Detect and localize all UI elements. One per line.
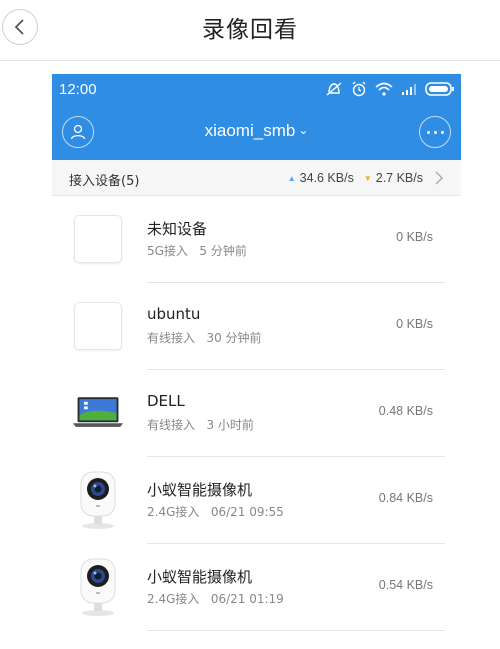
battery-icon xyxy=(425,82,454,96)
divider xyxy=(147,630,445,631)
device-name: 未知设备 xyxy=(147,220,208,238)
more-dot-icon xyxy=(433,130,437,134)
device-speed: 0.48 KB/s xyxy=(378,404,433,418)
signal-icon xyxy=(402,84,416,95)
more-button[interactable] xyxy=(419,116,451,148)
device-name: 小蚁智能摄像机 xyxy=(147,568,253,586)
device-name: ubuntu xyxy=(147,305,201,323)
camera-icon xyxy=(80,471,116,529)
page-header: 录像回看 xyxy=(0,0,500,61)
device-speed: 0.54 KB/s xyxy=(378,578,433,592)
more-dot-icon xyxy=(426,130,430,134)
alarm-icon xyxy=(352,81,366,97)
device-speed: 0 KB/s xyxy=(396,317,433,331)
device-thumbnail xyxy=(72,471,124,529)
device-speed: 0.84 KB/s xyxy=(378,491,433,505)
chevron-right-icon xyxy=(435,171,443,185)
device-thumbnail xyxy=(72,300,124,352)
device-meta: 2.4G接入 06/21 09:55 xyxy=(147,505,284,519)
connected-devices-summary[interactable]: 接入设备(5) ▲ 34.6 KB/s ▼ 2.7 KB/s xyxy=(52,160,461,196)
download-arrow-icon: ▼ xyxy=(363,173,372,183)
mute-icon xyxy=(326,82,342,96)
camera-icon xyxy=(80,558,116,616)
download-speed: 2.7 KB/s xyxy=(375,171,423,185)
device-meta: 有线接入 30 分钟前 xyxy=(147,331,262,345)
status-time: 12:00 xyxy=(59,81,97,98)
upload-arrow-icon: ▲ xyxy=(287,173,296,183)
device-row[interactable]: DELL 有线接入 3 小时前 0.48 KB/s xyxy=(52,370,461,457)
device-name: DELL xyxy=(147,392,185,410)
status-icons xyxy=(325,81,455,97)
page-title: 录像回看 xyxy=(202,17,298,43)
device-name: 小蚁智能摄像机 xyxy=(147,481,253,499)
laptop-icon xyxy=(72,397,124,427)
device-meta: 5G接入 5 分钟前 xyxy=(147,244,247,258)
device-thumbnail xyxy=(72,213,124,265)
device-thumbnail xyxy=(72,558,124,616)
app-header: 12:00 xiaomi_smb ⌄ xyxy=(52,74,461,160)
device-row[interactable]: ubuntu 有线接入 30 分钟前 0 KB/s xyxy=(52,283,461,370)
app-nav-row: xiaomi_smb ⌄ xyxy=(52,114,461,154)
wifi-icon xyxy=(375,82,393,96)
more-dot-icon xyxy=(440,130,444,134)
traffic-summary: ▲ 34.6 KB/s ▼ 2.7 KB/s xyxy=(288,170,445,186)
device-meta: 2.4G接入 06/21 01:19 xyxy=(147,592,284,606)
status-bar: 12:00 xyxy=(52,74,461,104)
device-speed: 0 KB/s xyxy=(396,230,433,244)
device-list: 未知设备 5G接入 5 分钟前 0 KB/s ubuntu 有线接入 30 分钟… xyxy=(52,196,461,631)
blank-device-icon xyxy=(74,302,122,350)
network-selector[interactable]: xiaomi_smb ⌄ xyxy=(52,121,461,141)
device-thumbnail xyxy=(72,387,124,439)
chevron-down-icon: ⌄ xyxy=(298,123,309,137)
device-meta: 有线接入 3 小时前 xyxy=(147,418,254,432)
connected-devices-label: 接入设备(5) xyxy=(69,174,140,189)
device-row[interactable]: 小蚁智能摄像机 2.4G接入 06/21 01:19 0.54 KB/s xyxy=(52,544,461,631)
device-row[interactable]: 未知设备 5G接入 5 分钟前 0 KB/s xyxy=(52,196,461,283)
blank-device-icon xyxy=(74,215,122,263)
upload-speed: 34.6 KB/s xyxy=(299,171,354,185)
network-name: xiaomi_smb xyxy=(204,121,296,140)
app-screenshot: 12:00 xiaomi_smb ⌄ 接入设备(5) ▲ 34.6 KB/s ▼… xyxy=(52,74,461,649)
device-row[interactable]: 小蚁智能摄像机 2.4G接入 06/21 09:55 0.84 KB/s xyxy=(52,457,461,544)
